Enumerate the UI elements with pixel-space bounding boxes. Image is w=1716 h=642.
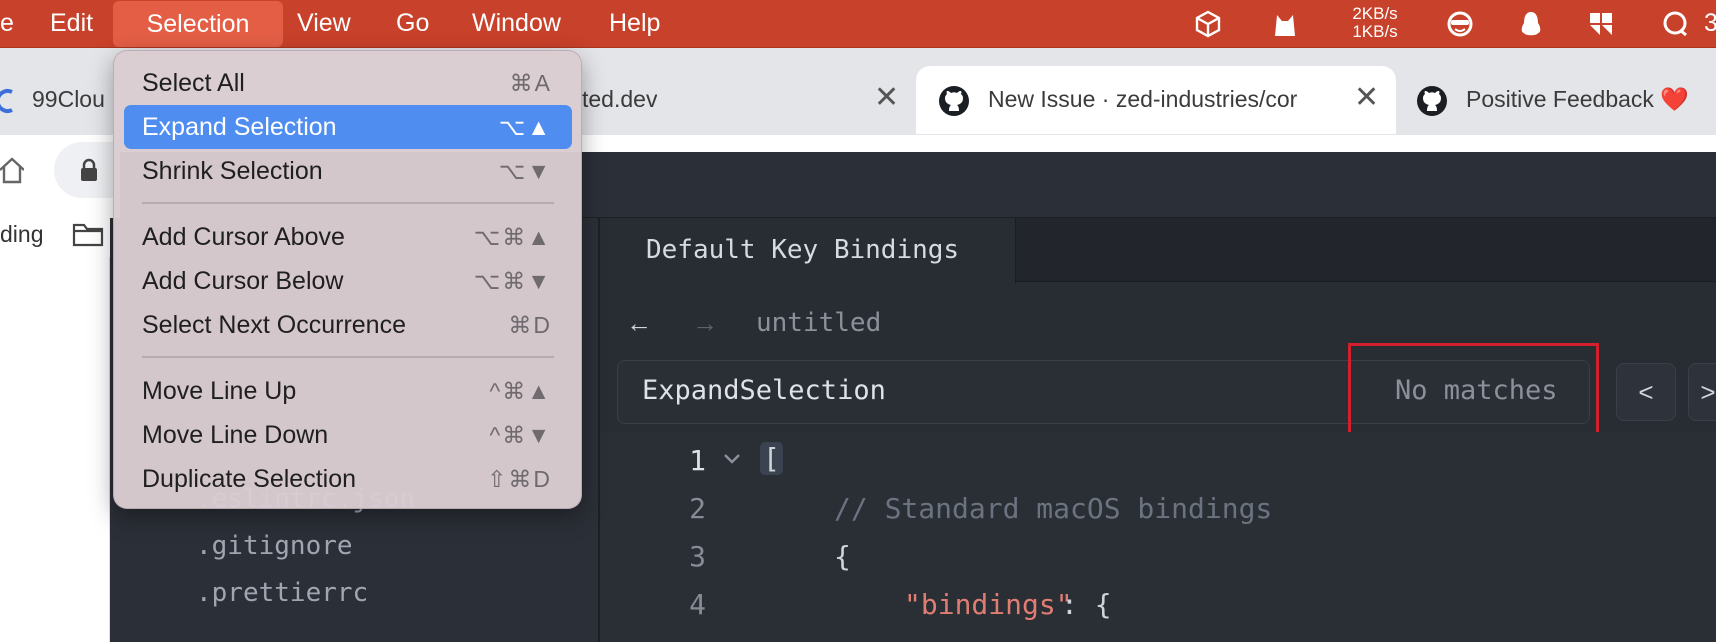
- menu-item-view[interactable]: View: [297, 0, 351, 48]
- tab-label: Positive Feedback ❤️: [1466, 86, 1689, 112]
- close-icon[interactable]: ✕: [874, 80, 899, 115]
- menu-add-cursor-above[interactable]: Add Cursor Above ⌥⌘▲: [124, 215, 572, 259]
- menu-shrink-selection[interactable]: Shrink Selection ⌥▼: [124, 149, 572, 193]
- bookmark-label[interactable]: ding: [0, 221, 43, 248]
- code-punctuation: : {: [1061, 588, 1112, 621]
- next-match-button[interactable]: >: [1688, 363, 1716, 421]
- code-brace: {: [834, 540, 851, 573]
- tray-overflow-text: 3: [1704, 9, 1716, 37]
- menu-move-line-up[interactable]: Move Line Up ^⌘▲: [124, 369, 572, 413]
- github-icon: [1417, 86, 1447, 116]
- tab-zed-dev[interactable]: ted.dev ✕: [560, 66, 900, 134]
- menu-item-label: Add Cursor Above: [142, 223, 345, 251]
- line-number: 2: [689, 492, 706, 525]
- cat-icon[interactable]: [1270, 9, 1300, 39]
- menu-item-edit[interactable]: Edit: [50, 0, 93, 48]
- code-string-key: "bindings": [904, 588, 1073, 621]
- menu-item-shortcut: ⇧⌘D: [487, 466, 552, 492]
- menu-item-shortcut: ^⌘▲: [489, 378, 552, 404]
- breadcrumb-file[interactable]: untitled: [756, 308, 881, 338]
- code-bracket: [: [760, 442, 783, 475]
- close-icon[interactable]: ✕: [1354, 80, 1379, 115]
- code-comment: // Standard macOS bindings: [834, 492, 1273, 525]
- box-icon[interactable]: [1193, 9, 1223, 39]
- menu-item-label: Move Line Up: [142, 377, 297, 405]
- menu-item-shortcut: ⌥▼: [498, 158, 552, 184]
- prev-match-button[interactable]: <: [1616, 363, 1676, 421]
- menu-item-shortcut: ⌥⌘▼: [473, 268, 552, 294]
- mascot-icon[interactable]: [1445, 9, 1475, 39]
- upload-speed: 2KB/s: [1352, 4, 1398, 23]
- menu-select-all[interactable]: Select All ⌘A: [124, 61, 572, 105]
- menu-item-shortcut: ⌥⌘▲: [473, 224, 552, 250]
- home-icon[interactable]: [0, 156, 24, 184]
- menu-select-next-occurrence[interactable]: Select Next Occurrence ⌘D: [124, 303, 572, 347]
- chat-icon[interactable]: [1660, 9, 1690, 39]
- menu-item-file[interactable]: e: [0, 0, 14, 48]
- menu-duplicate-selection[interactable]: Duplicate Selection ⇧⌘D: [124, 457, 572, 501]
- menu-item-label: Expand Selection: [142, 113, 337, 141]
- menu-move-line-down[interactable]: Move Line Down ^⌘▼: [124, 413, 572, 457]
- forward-arrow-icon[interactable]: →: [692, 308, 718, 339]
- menu-expand-selection[interactable]: Expand Selection ⌥▲: [124, 105, 572, 149]
- menu-item-selection[interactable]: Selection: [113, 1, 283, 47]
- menu-item-label: Select All: [142, 69, 245, 97]
- back-arrow-icon[interactable]: ←: [626, 308, 652, 339]
- editor-tab-default-key-bindings[interactable]: Default Key Bindings: [600, 218, 1016, 283]
- line-number: 3: [689, 540, 706, 573]
- file-item[interactable]: .prettierrc: [196, 578, 368, 608]
- menu-item-label: Select Next Occurrence: [142, 311, 406, 339]
- line-number: 4: [689, 588, 706, 621]
- menu-item-shortcut: ^⌘▼: [489, 422, 552, 448]
- page-left-strip: [0, 257, 110, 642]
- menu-item-window[interactable]: Window: [472, 0, 561, 48]
- menu-item-label: Move Line Down: [142, 421, 329, 449]
- menu-separator: [142, 356, 554, 358]
- menu-bar: e Edit Selection View Go Window Help 2KB…: [0, 0, 1716, 48]
- file-item[interactable]: .gitignore: [196, 531, 353, 561]
- menu-item-shortcut: ⌘A: [509, 70, 552, 96]
- search-query: ExpandSelection: [642, 375, 886, 406]
- tab-label: ted.dev: [582, 86, 658, 112]
- menu-separator: [142, 202, 554, 204]
- menu-item-label: Shrink Selection: [142, 157, 323, 185]
- tab-99cloud[interactable]: 99Clou: [0, 66, 130, 134]
- download-speed: 1KB/s: [1352, 22, 1398, 41]
- line-number: 1: [689, 444, 706, 477]
- menu-item-label: Add Cursor Below: [142, 267, 344, 295]
- app-grid-icon[interactable]: [1586, 9, 1616, 39]
- tab-new-issue[interactable]: New Issue · zed-industries/cor ✕: [916, 66, 1396, 134]
- chevron-down-icon[interactable]: [722, 452, 742, 466]
- lock-icon: [81, 158, 97, 181]
- network-speed: 2KB/s 1KB/s: [1340, 5, 1410, 41]
- github-icon: [939, 86, 969, 116]
- tab-favicon-icon: [0, 89, 13, 113]
- menu-item-go[interactable]: Go: [396, 0, 429, 48]
- penguin-icon[interactable]: [1516, 9, 1546, 39]
- menu-item-label: Duplicate Selection: [142, 465, 357, 493]
- menu-item-shortcut: ⌘D: [508, 312, 552, 338]
- folder-icon[interactable]: [72, 221, 104, 247]
- menu-item-shortcut: ⌥▲: [498, 114, 552, 140]
- tab-positive-feedback[interactable]: Positive Feedback ❤️: [1396, 66, 1716, 134]
- annotation-highlight-box: [1348, 343, 1599, 437]
- menu-add-cursor-below[interactable]: Add Cursor Below ⌥⌘▼: [124, 259, 572, 303]
- tab-label: New Issue · zed-industries/cor: [988, 86, 1298, 112]
- menu-item-help[interactable]: Help: [609, 0, 660, 48]
